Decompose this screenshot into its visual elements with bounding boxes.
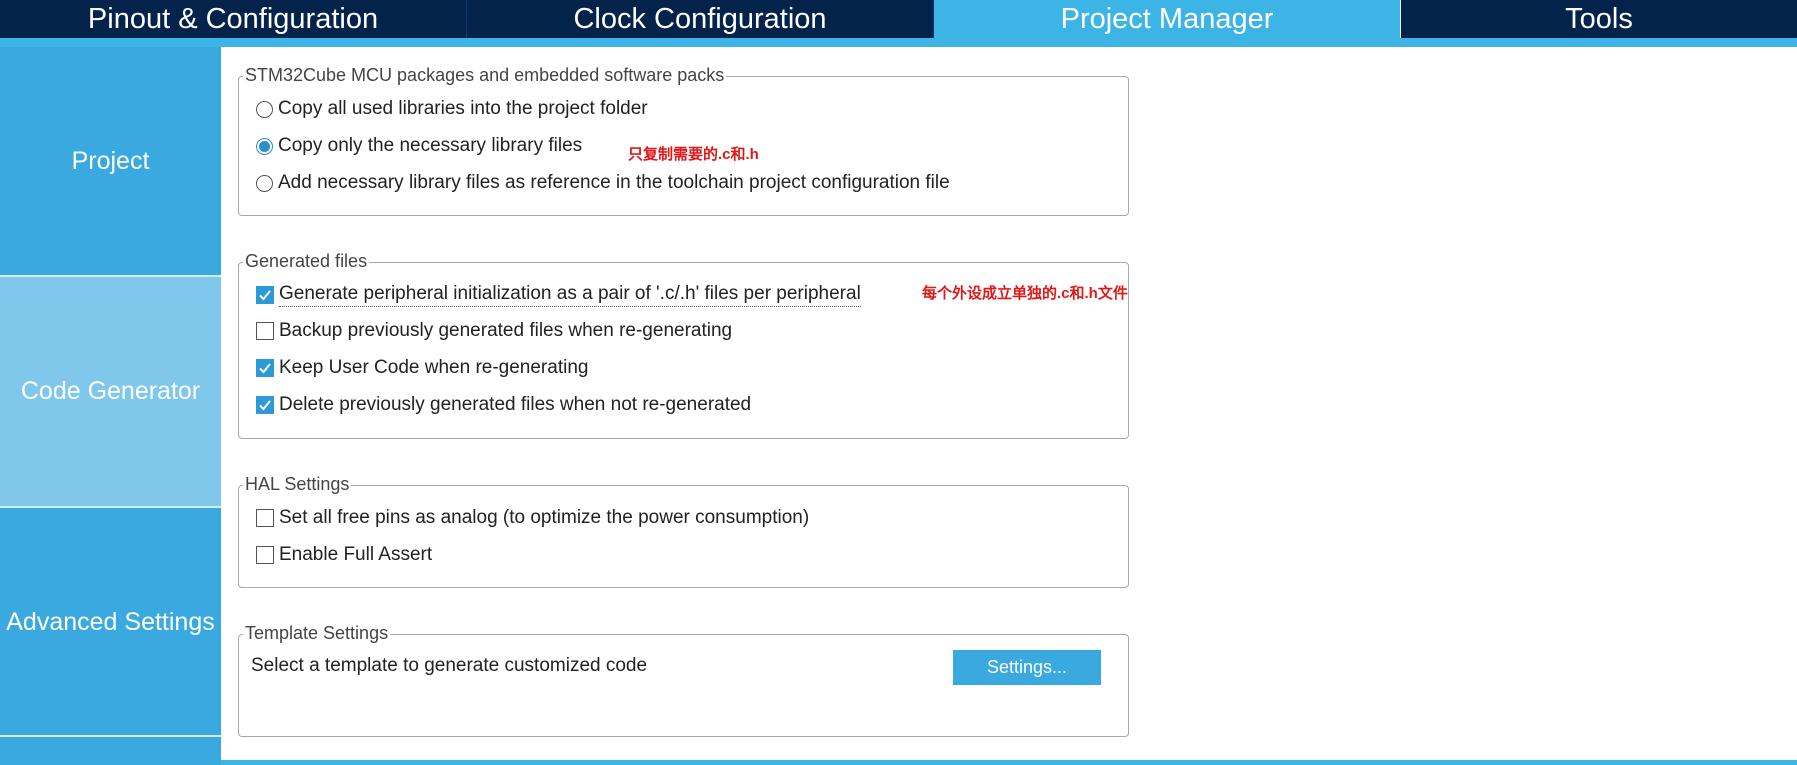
radio-label: Add necessary library files as reference… — [278, 172, 950, 193]
checkbox-checked[interactable] — [256, 396, 274, 414]
sidebar-tail — [0, 737, 221, 765]
tab-tools[interactable]: Tools — [1401, 0, 1797, 38]
hal-settings-group-legend: HAL Settings — [243, 474, 352, 495]
top-tab-bar: Pinout & Configuration Clock Configurati… — [0, 0, 1797, 38]
hal-settings-group: HAL Settings Set all free pins as analog… — [238, 474, 1129, 588]
radio-button-selected[interactable] — [256, 137, 273, 155]
checkbox-enable-full-assert[interactable]: Enable Full Assert — [256, 544, 432, 566]
bottom-accent-line — [221, 760, 1797, 765]
radio-copy-necessary-files[interactable]: Copy only the necessary library files — [256, 135, 582, 157]
checkbox-unchecked[interactable] — [256, 546, 274, 564]
checkbox-checked[interactable] — [256, 359, 274, 377]
checkmark-icon — [259, 400, 271, 411]
checkbox-label: Keep User Code when re-generating — [279, 357, 589, 378]
packages-group: STM32Cube MCU packages and embedded soft… — [238, 65, 1129, 216]
radio-label: Copy all used libraries into the project… — [278, 98, 648, 119]
checkbox-label: Delete previously generated files when n… — [279, 394, 752, 415]
sidebar-item-project[interactable]: Project — [0, 47, 221, 275]
sidebar-item-advanced-settings[interactable]: Advanced Settings — [0, 508, 221, 737]
checkbox-unchecked[interactable] — [256, 509, 274, 527]
tab-clock-configuration[interactable]: Clock Configuration — [467, 0, 934, 38]
checkmark-icon — [259, 363, 271, 374]
generated-files-group-legend: Generated files — [243, 251, 370, 272]
radio-label: Copy only the necessary library files — [278, 135, 583, 156]
tab-project-manager[interactable]: Project Manager — [934, 0, 1401, 38]
checkbox-free-pins-analog[interactable]: Set all free pins as analog (to optimize… — [256, 507, 809, 529]
annotation-copy-necessary: 只复制需要的.c和.h — [628, 146, 759, 163]
checkbox-label: Enable Full Assert — [279, 544, 433, 565]
generated-files-group: Generated files Generate peripheral init… — [238, 251, 1129, 439]
sidebar: Project Code Generator Advanced Settings — [0, 47, 221, 765]
settings-button[interactable]: Settings... — [953, 650, 1101, 685]
radio-add-as-reference[interactable]: Add necessary library files as reference… — [256, 172, 950, 194]
checkbox-label: Generate peripheral initialization as a … — [279, 283, 861, 307]
checkbox-label: Backup previously generated files when r… — [279, 320, 733, 341]
template-settings-group: Template Settings Select a template to g… — [238, 623, 1129, 737]
annotation-per-peripheral-files: 每个外设成立单独的.c和.h文件 — [922, 285, 1128, 302]
checkbox-checked[interactable] — [256, 286, 274, 304]
project-manager-window: Pinout & Configuration Clock Configurati… — [0, 0, 1797, 765]
sidebar-item-code-generator[interactable]: Code Generator — [0, 277, 221, 506]
radio-dot — [259, 140, 270, 152]
checkbox-backup-previous[interactable]: Backup previously generated files when r… — [256, 320, 732, 342]
tab-pinout-configuration[interactable]: Pinout & Configuration — [0, 0, 467, 38]
checkmark-icon — [259, 290, 271, 301]
checkbox-unchecked[interactable] — [256, 322, 274, 340]
radio-copy-all-libraries[interactable]: Copy all used libraries into the project… — [256, 98, 648, 120]
packages-group-legend: STM32Cube MCU packages and embedded soft… — [243, 65, 727, 86]
template-description: Select a template to generate customized… — [251, 655, 648, 676]
top-accent-line — [0, 38, 1797, 47]
checkbox-label: Set all free pins as analog (to optimize… — [279, 507, 810, 528]
checkbox-keep-user-code[interactable]: Keep User Code when re-generating — [256, 357, 588, 379]
radio-button[interactable] — [256, 174, 273, 192]
template-settings-group-legend: Template Settings — [243, 623, 391, 644]
radio-button[interactable] — [256, 100, 273, 118]
checkbox-generate-peripheral-pair[interactable]: Generate peripheral initialization as a … — [256, 283, 861, 307]
checkbox-delete-previous[interactable]: Delete previously generated files when n… — [256, 394, 751, 416]
